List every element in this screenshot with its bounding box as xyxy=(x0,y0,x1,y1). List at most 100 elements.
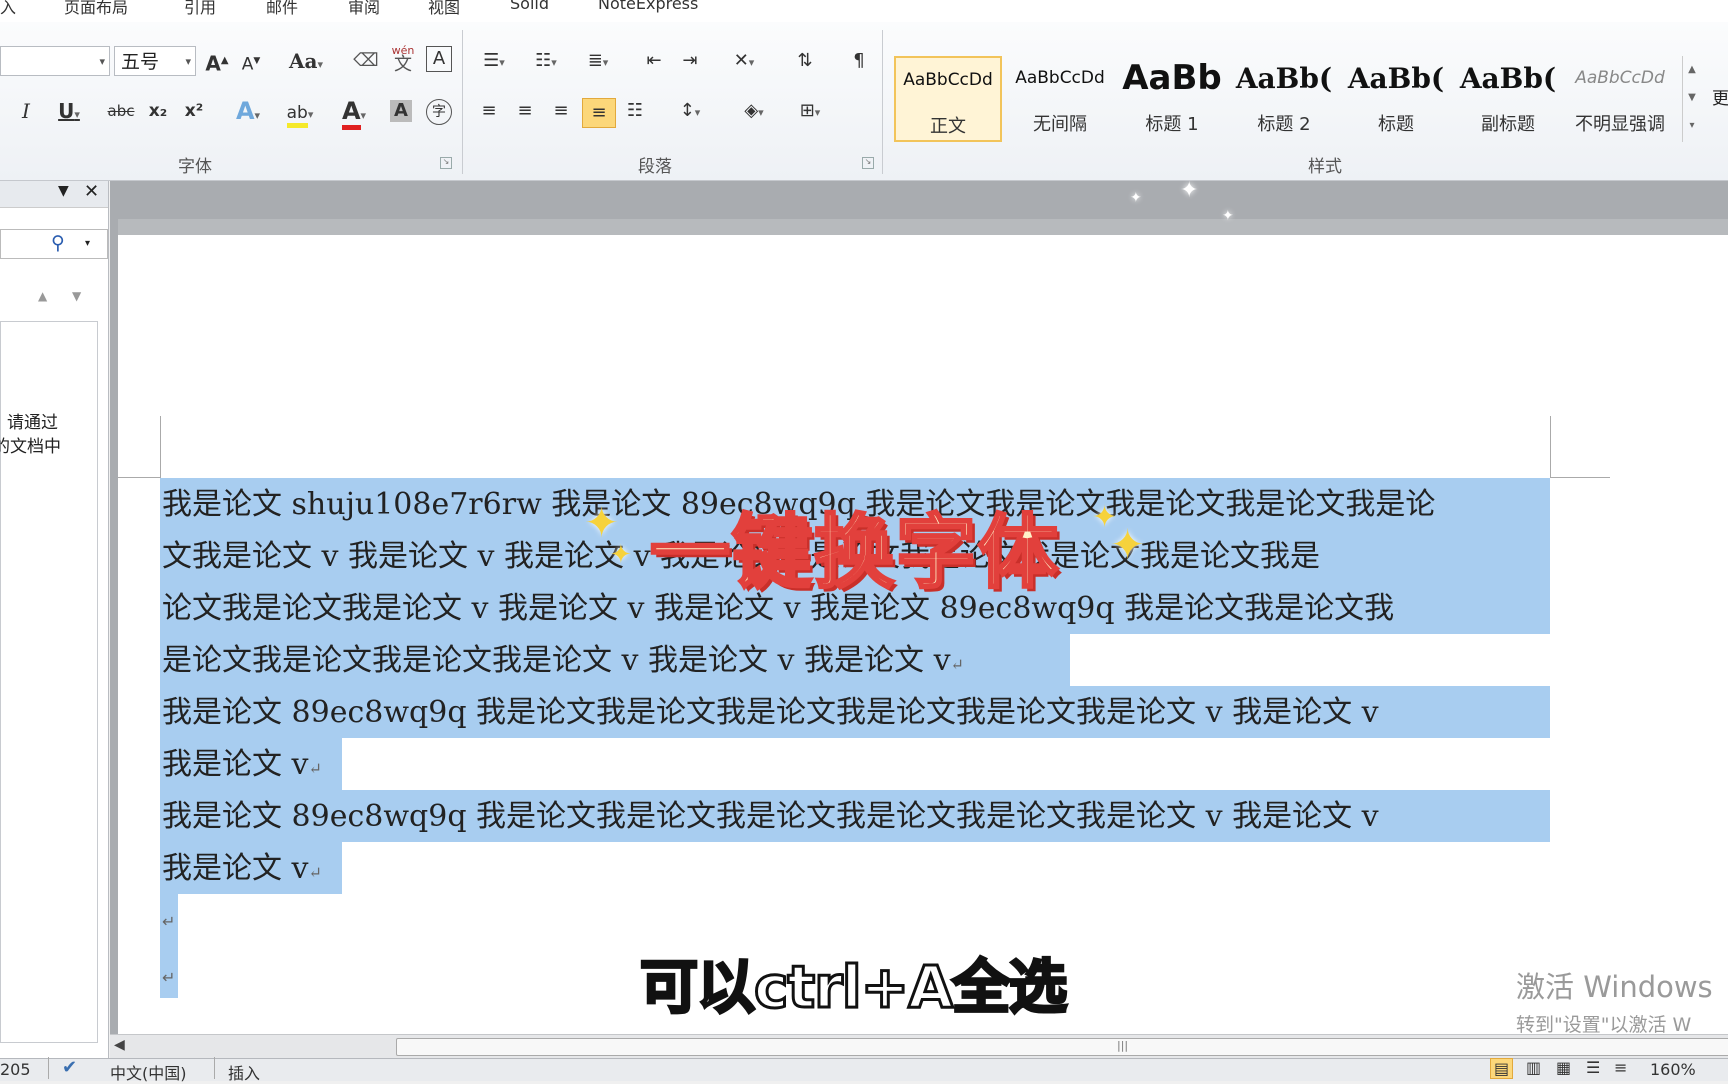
change-styles-button[interactable]: 更 xyxy=(1712,84,1728,109)
shading-icon[interactable]: ◈▾ xyxy=(732,96,776,126)
font-color-button[interactable]: A▾ xyxy=(332,96,376,130)
distributed-icon[interactable]: ☷ xyxy=(620,96,650,126)
tab-noteexpress[interactable]: NoteExpress xyxy=(598,0,698,13)
style-sample: AaBb( xyxy=(1347,62,1445,95)
italic-button[interactable]: I xyxy=(16,96,36,126)
shrink-font-label: A xyxy=(241,54,254,75)
style-name: 无间隔 xyxy=(1033,114,1087,135)
print-layout-icon[interactable]: ▤ xyxy=(1490,1058,1514,1079)
doc-line[interactable]: 我是论文 v↵ xyxy=(162,849,322,893)
enclose-char-button[interactable]: 字 xyxy=(426,99,452,125)
paragraph-dialog-launcher[interactable]: ↘ xyxy=(862,157,874,169)
font-name-combo[interactable]: ▾ xyxy=(0,46,110,76)
clear-format-icon[interactable]: ⌫ xyxy=(352,46,380,76)
scroll-thumb[interactable]: ||| xyxy=(396,1038,1728,1056)
highlight-button[interactable]: ab▾ xyxy=(276,96,324,128)
chinese-layout-icon[interactable]: ✕▾ xyxy=(724,46,764,76)
draft-icon[interactable]: ≡ xyxy=(1614,1058,1627,1077)
nav-pane-menu-icon[interactable]: ▼ xyxy=(58,183,69,199)
tab-mailings[interactable]: 邮件 xyxy=(266,0,298,18)
justify-icon[interactable]: ≡ xyxy=(582,98,616,128)
borders-icon[interactable]: ⊞▾ xyxy=(788,96,832,126)
style-subtle-emphasis[interactable]: AaBbCcDd 不明显强调 xyxy=(1566,56,1674,142)
proofing-icon[interactable]: ✔ xyxy=(62,1057,77,1078)
subscript-button[interactable]: x₂ xyxy=(144,96,172,126)
style-subtitle[interactable]: AaBb( 副标题 xyxy=(1454,56,1562,142)
style-heading-2[interactable]: AaBb( 标题 2 xyxy=(1230,56,1338,142)
decrease-indent-icon[interactable]: ⇤ xyxy=(640,46,668,76)
strikethrough-button[interactable]: abc xyxy=(104,96,138,126)
bullets-icon[interactable]: ☰▾ xyxy=(474,46,514,76)
tab-solid[interactable]: Solid xyxy=(510,0,549,13)
insert-mode[interactable]: 插入 xyxy=(228,1060,260,1084)
style-title[interactable]: AaBb( 标题 xyxy=(1342,56,1450,142)
style-normal[interactable]: AaBbCcDd 正文 xyxy=(894,56,1002,142)
web-layout-icon[interactable]: ▦ xyxy=(1556,1058,1571,1077)
enclose-char-label: 字 xyxy=(432,104,446,120)
tab-insert[interactable]: 入 xyxy=(0,0,16,18)
tab-page-layout[interactable]: 页面布局 xyxy=(64,0,128,18)
page-margin-mark xyxy=(160,416,161,478)
scroll-left-icon[interactable]: ◀ xyxy=(114,1037,125,1053)
doc-line[interactable]: 我是论文 89ec8wq9q 我是论文我是论文我是论文我是论文我是论文我是论文 … xyxy=(162,797,1379,837)
phonetic-guide-button[interactable]: wén 文 xyxy=(388,44,418,74)
close-icon[interactable]: ✕ xyxy=(84,181,99,202)
menu-bar: 入 页面布局 引用 邮件 审阅 视图 Solid NoteExpress xyxy=(0,0,1728,23)
zoom-level[interactable]: 160% xyxy=(1650,1060,1696,1079)
line-spacing-icon[interactable]: ↕▾ xyxy=(670,96,710,126)
nav-search-input[interactable]: ⚲ ▾ xyxy=(0,229,108,259)
group-divider xyxy=(462,30,463,174)
styles-scroll[interactable]: ▲ ▼ ▾ xyxy=(1682,56,1701,142)
doc-line[interactable]: 我是论文 v↵ xyxy=(162,745,322,789)
doc-line-text: 我是论文 89ec8wq9q 我是论文我是论文我是论文我是论文我是论文我是论文 … xyxy=(162,799,1379,834)
video-title-overlay: 一键换字体 xyxy=(649,505,1060,601)
sparkle-icon: ✦ xyxy=(1222,208,1234,224)
language-indicator[interactable]: 中文(中国) xyxy=(110,1060,187,1084)
outline-icon[interactable]: ☰ xyxy=(1586,1058,1600,1077)
superscript-button[interactable]: x² xyxy=(180,96,208,126)
word-count[interactable]: 205 xyxy=(0,1060,31,1079)
style-name: 标题 1 xyxy=(1145,114,1199,135)
strike-label: abc xyxy=(107,102,135,120)
subscript-label: x₂ xyxy=(148,101,168,121)
char-shading-button[interactable]: A xyxy=(390,100,412,122)
chevron-down-icon[interactable]: ▾ xyxy=(85,238,90,249)
styles-group-label: 样式 xyxy=(1308,157,1342,177)
nav-up-icon[interactable]: ▲ xyxy=(38,289,47,303)
change-case-button[interactable]: Aa▾ xyxy=(288,46,324,76)
doc-line[interactable]: 是论文我是论文我是论文我是论文 v 我是论文 v 我是论文 v↵ xyxy=(162,641,964,685)
char-border-button[interactable]: A xyxy=(426,46,452,72)
navigation-pane: ▼ ✕ ⚲ ▾ ▲ ▼ 请通过 的文档中 xyxy=(0,181,109,1058)
align-center-icon[interactable]: ≡ xyxy=(510,96,540,126)
tab-references[interactable]: 引用 xyxy=(184,0,216,18)
sparkle-icon: ✦ xyxy=(1130,190,1142,206)
doc-line-text: 我是论文 v xyxy=(162,851,309,886)
nav-down-icon[interactable]: ▼ xyxy=(72,289,81,303)
style-sample: AaBb( xyxy=(1459,62,1557,95)
highlight-label: ab xyxy=(286,103,308,128)
horizontal-scrollbar[interactable]: ◀ ||| xyxy=(110,1034,1728,1059)
align-left-icon[interactable]: ≡ xyxy=(474,96,504,126)
group-divider xyxy=(882,30,883,174)
underline-button[interactable]: U▾ xyxy=(52,96,86,126)
font-size-combo[interactable]: 五号 ▾ xyxy=(114,46,196,76)
font-dialog-launcher[interactable]: ↘ xyxy=(440,157,452,169)
align-right-icon[interactable]: ≡ xyxy=(546,96,576,126)
increase-indent-icon[interactable]: ⇥ xyxy=(676,46,704,76)
multilevel-list-icon[interactable]: ≣▾ xyxy=(578,46,618,76)
style-no-spacing[interactable]: AaBbCcDd 无间隔 xyxy=(1006,56,1114,142)
reading-layout-icon[interactable]: ▥ xyxy=(1526,1058,1541,1077)
text-effects-button[interactable]: A▾ xyxy=(228,96,268,126)
tab-view[interactable]: 视图 xyxy=(428,0,460,18)
tab-review[interactable]: 审阅 xyxy=(348,0,380,18)
shrink-font-button[interactable]: A▼ xyxy=(238,46,264,76)
doc-line[interactable]: 我是论文 89ec8wq9q 我是论文我是论文我是论文我是论文我是论文我是论文 … xyxy=(162,693,1379,733)
sort-icon[interactable]: ⇅ xyxy=(790,46,820,76)
style-heading-1[interactable]: AaBb 标题 1 xyxy=(1118,56,1226,142)
grow-font-button[interactable]: A▲ xyxy=(204,46,230,76)
ribbon: ▾ 五号 ▾ A▲ A▼ Aa▾ ⌫ wén 文 A I U▾ abc x₂ x² … xyxy=(0,22,1728,181)
watermark-line1: 激活 Windows xyxy=(1516,970,1713,1004)
show-marks-icon[interactable]: ¶ xyxy=(846,46,872,76)
doc-line-text: 我是论文 89ec8wq9q 我是论文我是论文我是论文我是论文我是论文我是论文 … xyxy=(162,695,1379,730)
numbering-icon[interactable]: ☷▾ xyxy=(526,46,566,76)
